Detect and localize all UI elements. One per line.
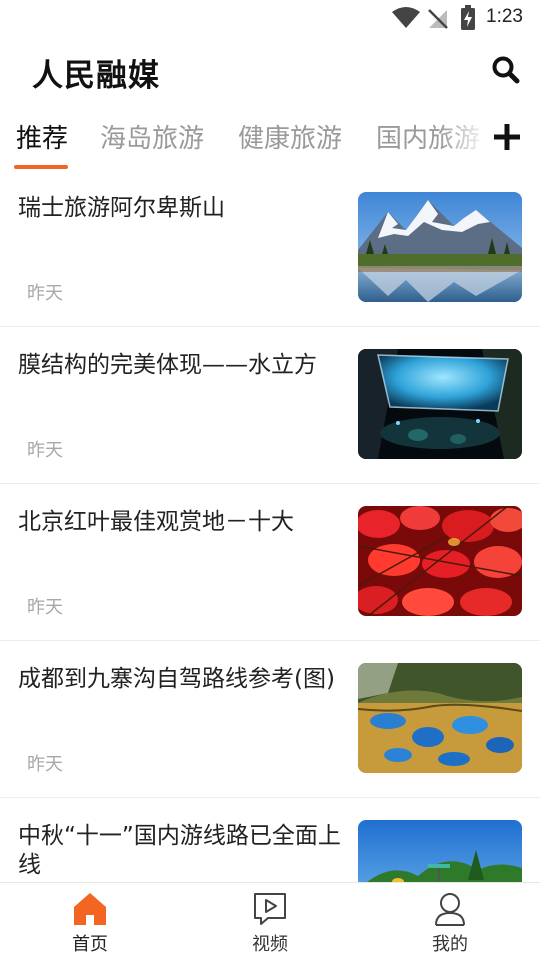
search-icon (492, 56, 520, 84)
nav-mine-label: 我的 (432, 934, 468, 955)
nav-home-label: 首页 (72, 934, 108, 955)
news-title: 北京红叶最佳观赏地－十大 (18, 509, 294, 535)
active-tab-indicator (14, 165, 68, 169)
news-thumbnail (358, 349, 522, 459)
plus-icon (494, 124, 520, 150)
news-time: 昨天 (27, 440, 63, 461)
home-icon (74, 893, 106, 925)
nav-video-label: 视频 (252, 934, 288, 955)
news-item[interactable]: 北京红叶最佳观赏地－十大 昨天 (0, 484, 540, 641)
search-button[interactable] (490, 54, 522, 86)
news-time: 昨天 (27, 597, 63, 618)
user-icon (435, 893, 465, 926)
tab-health-travel[interactable]: 健康旅游 (238, 118, 342, 155)
video-icon (254, 893, 286, 925)
news-title: 中秋“十一”国内游线路已全面上线 (18, 823, 341, 878)
nav-mine[interactable]: 我的 (405, 883, 495, 960)
news-item[interactable]: 成都到九寨沟自驾路线参考(图) 昨天 (0, 641, 540, 798)
wifi-icon (392, 7, 420, 28)
tab-island-travel[interactable]: 海岛旅游 (100, 118, 204, 155)
nav-video[interactable]: 视频 (225, 883, 315, 960)
news-title: 瑞士旅游阿尔卑斯山 (18, 195, 225, 221)
news-feed[interactable]: 瑞士旅游阿尔卑斯山 昨天 膜结构的完美体现——水立方 昨天 北京红叶最佳观赏地－… (0, 170, 540, 882)
add-tab-button[interactable] (490, 120, 524, 154)
category-tabs: 推荐 海岛旅游 健康旅游 国内旅游 (0, 108, 540, 170)
tab-recommend[interactable]: 推荐 (16, 118, 68, 155)
news-title: 成都到九寨沟自驾路线参考(图) (18, 666, 335, 692)
app-header: 人民融媒 (0, 36, 540, 102)
news-item[interactable]: 膜结构的完美体现——水立方 昨天 (0, 327, 540, 484)
nav-home[interactable]: 首页 (45, 883, 135, 960)
news-thumbnail (358, 192, 522, 302)
no-sim-icon (428, 9, 448, 29)
status-bar: 1:23 (0, 0, 540, 36)
status-time: 1:23 (486, 6, 523, 27)
news-thumbnail (358, 506, 522, 616)
app-title: 人民融媒 (32, 58, 160, 94)
news-time: 昨天 (27, 283, 63, 304)
battery-charging-icon (461, 5, 475, 30)
news-time: 昨天 (27, 754, 63, 775)
news-title: 膜结构的完美体现——水立方 (18, 352, 317, 378)
bottom-nav: 首页 视频 我的 (0, 882, 540, 960)
news-item[interactable]: 中秋“十一”国内游线路已全面上线 (0, 798, 540, 882)
tab-fade (440, 108, 488, 170)
news-thumbnail (358, 663, 522, 773)
news-item[interactable]: 瑞士旅游阿尔卑斯山 昨天 (0, 170, 540, 327)
news-thumbnail (358, 820, 522, 882)
